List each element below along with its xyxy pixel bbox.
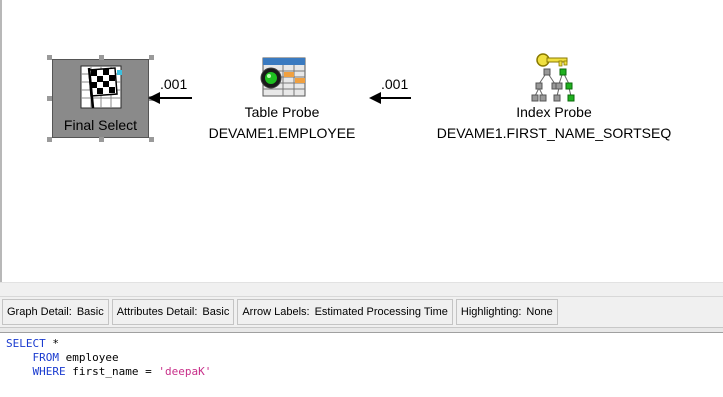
highlighting-label: Highlighting: [460, 306, 522, 318]
final-select-title: Final Select [63, 117, 138, 133]
sql-text: first_name = [65, 365, 159, 378]
attributes-detail-status[interactable]: Attributes Detail: Basic [111, 299, 235, 325]
index-probe-node[interactable]: Index Probe DEVAME1.FIRST_NAME_SORTSEQ [414, 52, 694, 144]
selection-handle[interactable] [149, 137, 154, 142]
sql-text-pane[interactable]: SELECT * FROM employee WHERE first_name … [0, 333, 723, 397]
selection-handle[interactable] [47, 137, 52, 142]
arrow-labels-status[interactable]: Arrow Labels: Estimated Processing Time [237, 299, 453, 325]
index-probe-title: Index Probe [516, 104, 592, 120]
selection-handle[interactable] [99, 137, 104, 142]
query-graph-canvas[interactable]: Final Select .001 Table Probe DEVAME1.EM… [0, 0, 723, 282]
arrow-label: .001 [160, 76, 188, 92]
status-bar: Graph Detail: Basic Attributes Detail: B… [0, 296, 723, 328]
sql-keyword: FROM [32, 351, 60, 364]
selection-handle[interactable] [47, 96, 52, 101]
graph-detail-label: Graph Detail: [7, 306, 72, 318]
selection-handle[interactable] [47, 55, 52, 60]
table-probe-node[interactable]: Table Probe DEVAME1.EMPLOYEE [202, 52, 362, 144]
arrow-label: .001 [381, 76, 409, 92]
selection-handle[interactable] [149, 55, 154, 60]
table-probe-title: Table Probe [244, 104, 320, 120]
final-select-node[interactable]: Final Select [52, 59, 149, 138]
sql-keyword: WHERE [32, 365, 66, 378]
highlighting-value: None [526, 306, 553, 318]
graph-detail-value: Basic [76, 306, 104, 318]
arrow-labels-value: Estimated Processing Time [314, 306, 448, 318]
arrow-left-icon [369, 92, 411, 104]
index-key-tree-icon [531, 53, 575, 102]
index-probe-subtitle: DEVAME1.FIRST_NAME_SORTSEQ [436, 125, 672, 141]
graph-detail-status[interactable]: Graph Detail: Basic [2, 299, 109, 325]
selection-handle[interactable] [99, 55, 104, 60]
horizontal-scrollbar[interactable] [0, 282, 723, 297]
arrow-left-icon [148, 92, 192, 104]
arrow-labels-label: Arrow Labels: [242, 306, 310, 318]
sql-string-literal: 'deepaK' [158, 365, 212, 378]
highlighting-status[interactable]: Highlighting: None [455, 299, 558, 325]
attributes-detail-value: Basic [202, 306, 230, 318]
sql-keyword: SELECT [6, 337, 46, 350]
sql-text: employee [59, 351, 119, 364]
sql-text: * [45, 337, 59, 350]
table-probe-icon [260, 57, 306, 97]
attributes-detail-label: Attributes Detail: [116, 306, 198, 318]
table-probe-subtitle: DEVAME1.EMPLOYEE [208, 125, 356, 141]
